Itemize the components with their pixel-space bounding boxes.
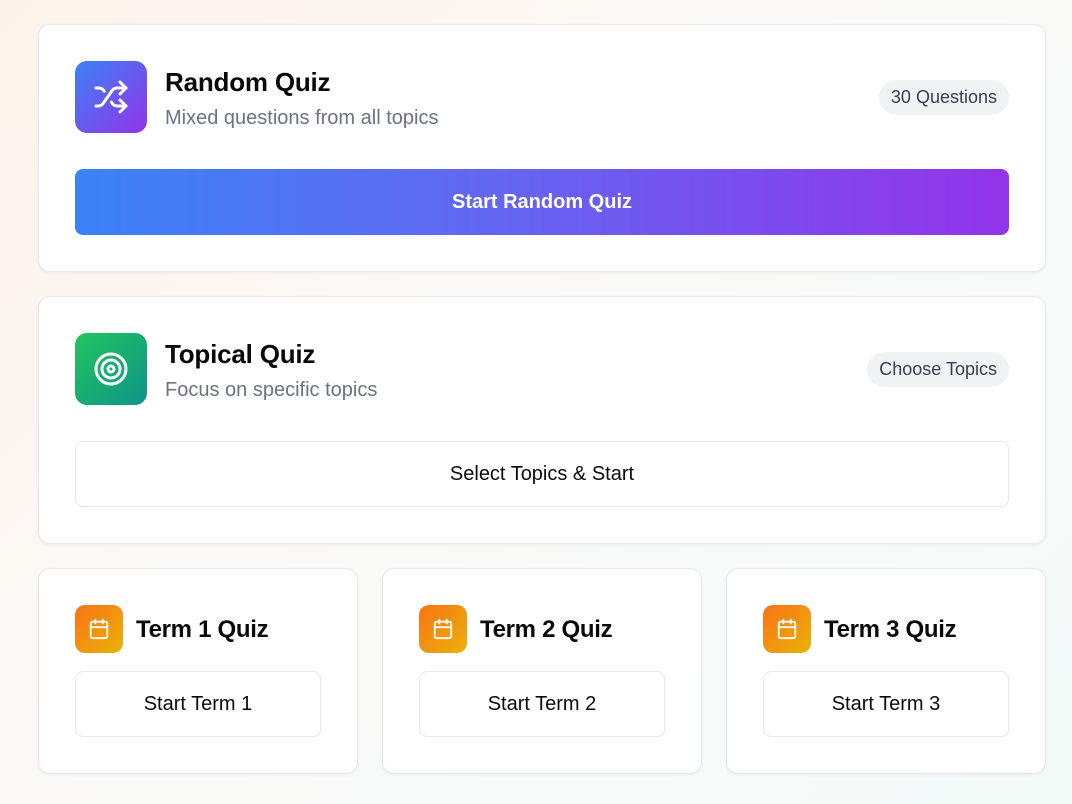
target-icon xyxy=(75,333,147,405)
random-quiz-subtitle: Mixed questions from all topics xyxy=(165,107,439,129)
term-1-quiz-card: Term 1 Quiz Start Term 1 xyxy=(38,568,358,774)
term-2-quiz-title: Term 2 Quiz xyxy=(480,616,613,643)
shuffle-icon xyxy=(75,61,147,133)
random-quiz-card: Random Quiz Mixed questions from all top… xyxy=(38,24,1046,272)
start-random-quiz-button[interactable]: Start Random Quiz xyxy=(75,169,1009,235)
start-term-1-button[interactable]: Start Term 1 xyxy=(75,671,321,737)
calendar-icon xyxy=(419,605,467,653)
select-topics-start-button[interactable]: Select Topics & Start xyxy=(75,441,1009,507)
choose-topics-badge: Choose Topics xyxy=(867,352,1009,387)
topical-quiz-card: Topical Quiz Focus on specific topics Ch… xyxy=(38,296,1046,544)
random-quiz-title: Random Quiz xyxy=(165,67,331,97)
term-3-quiz-title: Term 3 Quiz xyxy=(824,616,957,643)
topical-quiz-subtitle: Focus on specific topics xyxy=(165,379,378,401)
term-1-quiz-title: Term 1 Quiz xyxy=(136,616,269,643)
topical-quiz-title: Topical Quiz xyxy=(165,339,316,369)
term-3-quiz-card: Term 3 Quiz Start Term 3 xyxy=(726,568,1046,774)
calendar-icon xyxy=(763,605,811,653)
question-count-badge: 30 Questions xyxy=(878,80,1009,115)
start-term-2-button[interactable]: Start Term 2 xyxy=(419,671,665,737)
calendar-icon xyxy=(75,605,123,653)
term-2-quiz-card: Term 2 Quiz Start Term 2 xyxy=(382,568,702,774)
start-term-3-button[interactable]: Start Term 3 xyxy=(763,671,1009,737)
